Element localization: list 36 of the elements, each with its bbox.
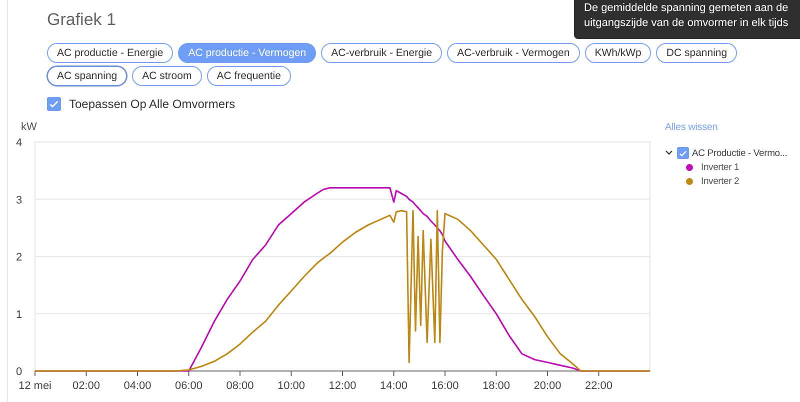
tooltip-text: uitgangszijde van de omvormer in elk tijds — [584, 16, 790, 31]
legend-item[interactable]: Inverter 1 — [701, 162, 740, 173]
x-tick-label: 12:00 — [328, 380, 356, 392]
filter-chip[interactable]: AC-verbruik - Vermogen — [447, 43, 580, 63]
filter-chip[interactable]: AC spanning — [47, 66, 128, 86]
filter-chip[interactable]: AC-verbruik - Energie — [321, 43, 442, 63]
y-tick-label: 4 — [16, 137, 22, 149]
filter-chip[interactable]: AC stroom — [132, 66, 202, 86]
legend-item[interactable]: Inverter 2 — [701, 176, 740, 187]
x-tick-label: 08:00 — [226, 380, 254, 392]
x-tick-label: 14:00 — [380, 380, 408, 392]
checkbox[interactable] — [47, 97, 61, 111]
filter-chip[interactable]: AC frequentie — [206, 66, 291, 86]
tooltip-text: De gemiddelde spanning gemeten aan de — [584, 1, 790, 16]
filter-chip[interactable]: KWh/kWp — [584, 43, 652, 63]
filter-chip[interactable]: DC spanning — [656, 43, 738, 63]
axis-title: kW — [21, 121, 37, 133]
date-label: 12 mei — [18, 380, 52, 392]
x-tick-label: 20:00 — [534, 380, 562, 392]
x-tick-label: 06:00 — [174, 380, 203, 392]
x-tick-label: 16:00 — [431, 380, 459, 392]
y-tick-label: 1 — [16, 308, 22, 321]
y-tick-label: 3 — [16, 194, 22, 206]
chevron-icon[interactable] — [665, 150, 673, 156]
filter-chip[interactable]: AC productie - Energie — [47, 43, 174, 63]
x-tick-label: 22:00 — [584, 380, 613, 392]
y-tick-label: 2 — [16, 252, 22, 264]
checkbox-label: Toepassen Op Alle Omvormers — [69, 97, 236, 111]
x-tick-label: 04:00 — [124, 380, 152, 392]
x-tick-label: 10:00 — [277, 380, 306, 392]
legend-group-label: AC Productie - Vermo... — [692, 148, 788, 158]
y-tick-label: 0 — [16, 366, 22, 378]
x-tick-label: 02:00 — [72, 380, 100, 392]
checkbox[interactable] — [677, 147, 689, 159]
chart-title: Grafiek 1 — [47, 10, 116, 31]
x-tick-label: 18:00 — [482, 380, 510, 392]
